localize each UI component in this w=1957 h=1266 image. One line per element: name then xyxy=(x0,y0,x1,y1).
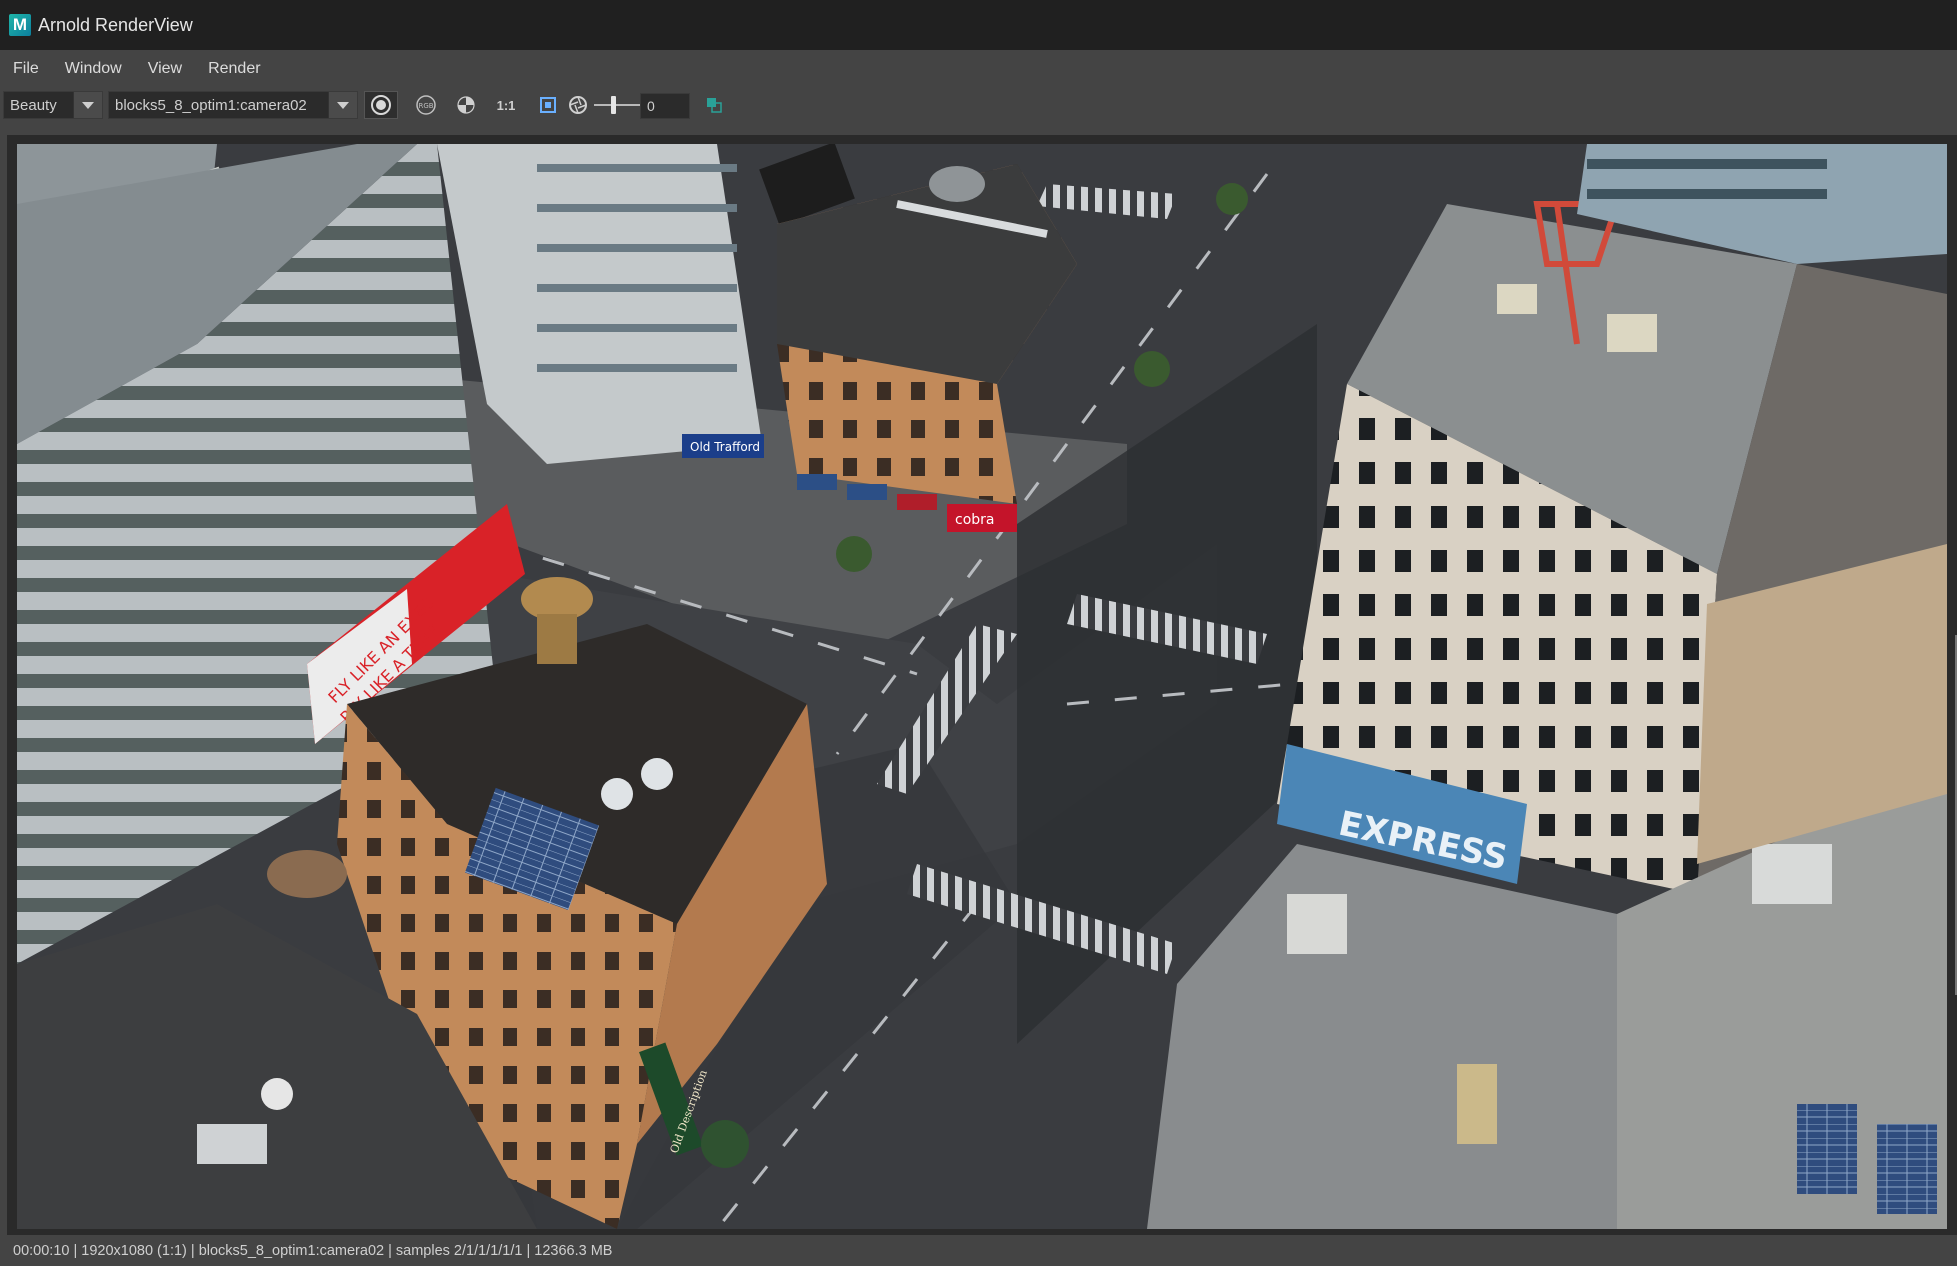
window-title: Arnold RenderView xyxy=(38,14,193,35)
cobra-text: cobra xyxy=(955,512,994,528)
exposure-slider-track[interactable] xyxy=(594,104,644,106)
render-image: FLY LIKE AN EXEC PAY LIKE A TEMP Old Tra… xyxy=(17,144,1947,1229)
crop-region-icon xyxy=(540,97,556,113)
title-bar: M Arnold RenderView xyxy=(0,0,1957,50)
render-toggle-button[interactable] xyxy=(364,91,398,119)
camera-dropdown[interactable]: blocks5_8_optim1:camera02 xyxy=(108,91,358,119)
status-text: 00:00:10 | 1920x1080 (1:1) | blocks5_8_o… xyxy=(13,1243,613,1259)
status-bar: 00:00:10 | 1920x1080 (1:1) | blocks5_8_o… xyxy=(0,1236,1957,1266)
menu-file[interactable]: File xyxy=(0,60,52,78)
color-correct-button[interactable] xyxy=(450,91,482,119)
menu-bar: File Window View Render xyxy=(0,50,1957,87)
chevron-down-icon[interactable] xyxy=(328,92,357,118)
exposure-slider-handle[interactable] xyxy=(611,96,616,114)
svg-text:RGB: RGB xyxy=(418,102,433,110)
aov-value: Beauty xyxy=(10,96,57,114)
menu-view[interactable]: View xyxy=(135,60,195,78)
render-viewport[interactable]: FLY LIKE AN EXEC PAY LIKE A TEMP Old Tra… xyxy=(7,135,1957,1235)
chevron-down-icon[interactable] xyxy=(73,92,102,118)
one-to-one-button[interactable]: 1:1 xyxy=(490,91,522,119)
old-trafford-text: Old Trafford xyxy=(690,440,760,454)
rgb-icon: RGB xyxy=(416,95,436,115)
aov-dropdown[interactable]: Beauty xyxy=(3,91,103,119)
exposure-button[interactable] xyxy=(564,91,592,119)
camera-value: blocks5_8_optim1:camera02 xyxy=(115,96,307,114)
city-render-illustration: FLY LIKE AN EXEC PAY LIKE A TEMP Old Tra… xyxy=(17,144,1947,1229)
color-wheel-icon xyxy=(457,96,475,114)
render-settings-icon xyxy=(707,98,722,113)
aperture-icon xyxy=(569,96,587,114)
render-circle-icon xyxy=(371,95,391,115)
menu-render[interactable]: Render xyxy=(195,60,273,78)
render-settings-button[interactable] xyxy=(700,91,728,119)
crop-region-button[interactable] xyxy=(534,91,562,119)
exposure-field[interactable]: 0 xyxy=(640,93,690,119)
menu-window[interactable]: Window xyxy=(52,60,135,78)
rgb-channel-button[interactable]: RGB xyxy=(410,91,442,119)
maya-logo-icon: M xyxy=(9,14,31,36)
toolbar: Beauty blocks5_8_optim1:camera02 RGB 1:1 xyxy=(0,87,1957,123)
